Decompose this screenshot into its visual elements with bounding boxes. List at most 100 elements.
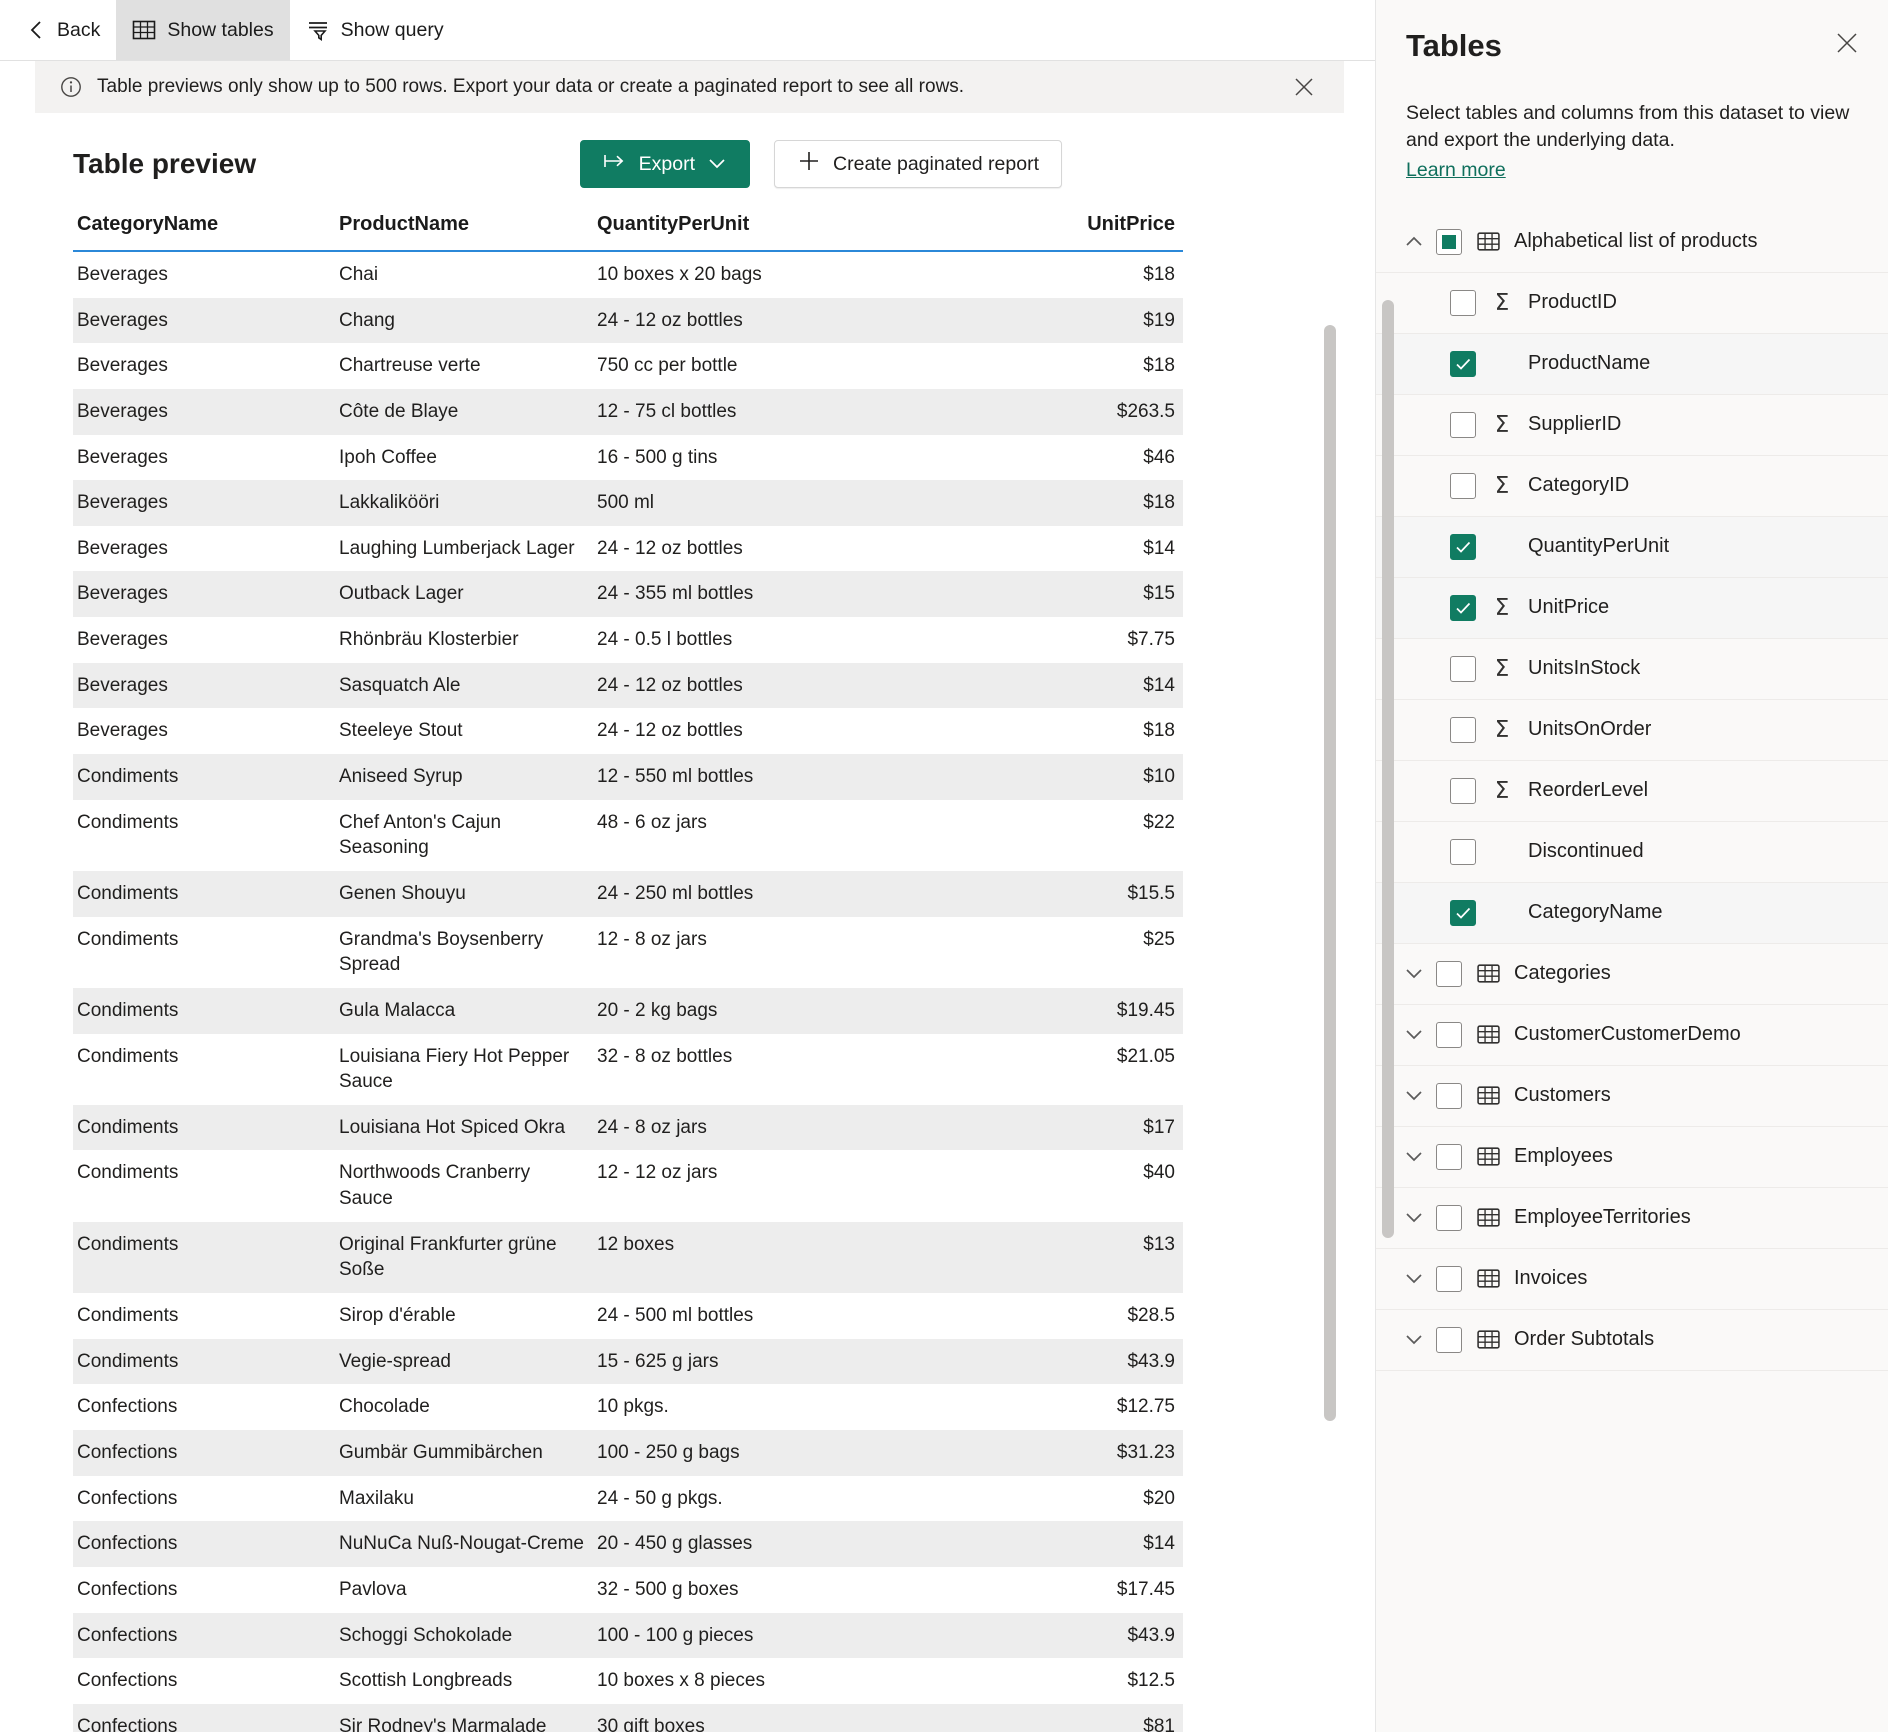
sidebar-column-item-unitsinstock[interactable]: Σ UnitsInStock bbox=[1376, 639, 1888, 700]
column-checkbox[interactable] bbox=[1450, 411, 1476, 438]
sidebar-column-item-unitprice[interactable]: Σ UnitPrice bbox=[1376, 577, 1888, 639]
chevron-up-icon[interactable] bbox=[1392, 233, 1436, 250]
table-row: Condiments Chef Anton's Cajun Seasoning 48… bbox=[73, 800, 1183, 871]
column-checkbox[interactable] bbox=[1450, 289, 1476, 316]
column-item-label: Discontinued bbox=[1528, 840, 1644, 863]
table-cell: $18 bbox=[1143, 720, 1175, 742]
chevron-down-icon[interactable] bbox=[1392, 1026, 1436, 1043]
sidebar-table-item-invoices[interactable]: Invoices bbox=[1376, 1249, 1888, 1310]
table-cell: 10 pkgs. bbox=[597, 1396, 669, 1418]
column-header-unitprice[interactable]: UnitPrice bbox=[878, 213, 1183, 252]
info-message-text: Table previews only show up to 500 rows.… bbox=[97, 76, 965, 97]
column-checkbox[interactable] bbox=[1450, 777, 1476, 804]
column-checkbox[interactable] bbox=[1450, 899, 1476, 926]
table-grid-icon bbox=[1462, 1266, 1514, 1291]
table-cell: 48 - 6 oz jars bbox=[597, 811, 707, 833]
scrollbar-thumb[interactable] bbox=[1324, 325, 1336, 1421]
column-header-quantityperunit[interactable]: QuantityPerUnit bbox=[593, 213, 878, 252]
table-checkbox[interactable] bbox=[1436, 1021, 1462, 1048]
export-button[interactable]: Export bbox=[579, 140, 751, 188]
table-checkbox[interactable] bbox=[1436, 1204, 1462, 1231]
learn-more-link[interactable]: Learn more bbox=[1406, 157, 1506, 184]
table-cell: Aniseed Syrup bbox=[339, 766, 463, 788]
table-cell: Confections bbox=[77, 1578, 178, 1600]
sidebar-table-item-employees[interactable]: Employees bbox=[1376, 1127, 1888, 1188]
chevron-down-icon[interactable] bbox=[1392, 1087, 1436, 1104]
table-cell: Beverages bbox=[77, 583, 168, 605]
sidebar-column-item-discontinued[interactable]: Discontinued bbox=[1376, 822, 1888, 883]
close-panel-icon[interactable] bbox=[1830, 26, 1864, 60]
sidebar-column-item-reorderlevel[interactable]: Σ ReorderLevel bbox=[1376, 761, 1888, 822]
table-checkbox[interactable] bbox=[1436, 1326, 1462, 1353]
table-cell: $15.5 bbox=[1127, 882, 1175, 904]
column-checkbox[interactable] bbox=[1450, 655, 1476, 682]
sidebar-column-item-categoryname[interactable]: CategoryName bbox=[1376, 882, 1888, 944]
panel-scrollbar-thumb[interactable] bbox=[1382, 300, 1394, 1238]
table-cell: 24 - 12 oz bottles bbox=[597, 537, 743, 559]
preview-header: Table preview Export Create paginated re… bbox=[35, 113, 1344, 213]
sidebar-table-item-alphabetical-list-of-products[interactable]: Alphabetical list of products bbox=[1376, 212, 1888, 273]
table-cell: Chai bbox=[339, 264, 379, 285]
main-vertical-scrollbar[interactable] bbox=[1324, 325, 1336, 1645]
sidebar-column-item-categoryid[interactable]: Σ CategoryID bbox=[1376, 456, 1888, 517]
table-row: Condiments Northwoods Cranberry Sauce 12 -… bbox=[73, 1150, 1183, 1221]
sidebar-column-item-quantityperunit[interactable]: QuantityPerUnit bbox=[1376, 516, 1888, 578]
table-grid-icon bbox=[1462, 1327, 1514, 1352]
sidebar-column-item-supplierid[interactable]: Σ SupplierID bbox=[1376, 395, 1888, 456]
table-row: Condiments Louisiana Fiery Hot Pepper Sau… bbox=[73, 1034, 1183, 1105]
chevron-down-icon[interactable] bbox=[1392, 1331, 1436, 1348]
show-query-tab[interactable]: Show query bbox=[290, 0, 460, 60]
table-cell: Chocolade bbox=[339, 1396, 430, 1418]
table-cell: 24 - 250 ml bottles bbox=[597, 882, 754, 904]
show-tables-tab[interactable]: Show tables bbox=[116, 0, 290, 60]
chevron-down-icon[interactable] bbox=[1392, 965, 1436, 982]
chevron-down-icon[interactable] bbox=[1392, 1270, 1436, 1287]
column-header-productname[interactable]: ProductName bbox=[335, 213, 593, 252]
table-cell: 750 cc per bottle bbox=[597, 355, 738, 377]
table-cell: Chang bbox=[339, 309, 395, 331]
dismiss-info-close-icon[interactable] bbox=[1290, 73, 1318, 101]
column-checkbox[interactable] bbox=[1450, 594, 1476, 621]
table-checkbox[interactable] bbox=[1436, 228, 1462, 255]
table-cell: Chef Anton's Cajun Seasoning bbox=[339, 811, 502, 859]
table-checkbox[interactable] bbox=[1436, 1265, 1462, 1292]
sidebar-table-item-customers[interactable]: Customers bbox=[1376, 1066, 1888, 1127]
sidebar-table-item-order-subtotals[interactable]: Order Subtotals bbox=[1376, 1310, 1888, 1371]
sidebar-column-item-unitsonorder[interactable]: Σ UnitsOnOrder bbox=[1376, 700, 1888, 761]
column-checkbox[interactable] bbox=[1450, 533, 1476, 560]
column-checkbox[interactable] bbox=[1450, 716, 1476, 743]
column-header-categoryname[interactable]: CategoryName bbox=[73, 213, 335, 252]
sidebar-table-item-customercustomerdemo[interactable]: CustomerCustomerDemo bbox=[1376, 1005, 1888, 1066]
column-checkbox[interactable] bbox=[1450, 472, 1476, 499]
sidebar-column-item-productid[interactable]: Σ ProductID bbox=[1376, 273, 1888, 334]
table-cell: 24 - 12 oz bottles bbox=[597, 720, 743, 742]
table-row: Beverages Sasquatch Ale 24 - 12 oz bottles… bbox=[73, 662, 1183, 709]
table-cell: Schoggi Schokolade bbox=[339, 1624, 513, 1646]
table-row: Beverages Rhönbräu Klosterbier 24 - 0.5 l … bbox=[73, 617, 1183, 663]
sidebar-table-item-categories[interactable]: Categories bbox=[1376, 944, 1888, 1005]
table-item-label: Order Subtotals bbox=[1514, 1328, 1655, 1351]
chevron-down-icon[interactable] bbox=[1392, 1148, 1436, 1165]
table-row: Beverages Lakkalikööri 500 ml $18 bbox=[73, 480, 1183, 526]
sidebar-column-item-productname[interactable]: ProductName bbox=[1376, 333, 1888, 395]
column-item-label: SupplierID bbox=[1528, 413, 1622, 436]
table-scroll-region[interactable]: CategoryName ProductName QuantityPerUnit… bbox=[35, 213, 1344, 1732]
chevron-down-icon[interactable] bbox=[1392, 1209, 1436, 1226]
back-button[interactable]: Back bbox=[10, 0, 116, 60]
column-checkbox[interactable] bbox=[1450, 838, 1476, 865]
sidebar-table-item-employeeterritories[interactable]: EmployeeTerritories bbox=[1376, 1188, 1888, 1249]
main-pane: Back Show tables Show query Table previe… bbox=[0, 0, 1376, 1732]
table-checkbox[interactable] bbox=[1436, 960, 1462, 987]
create-paginated-report-button[interactable]: Create paginated report bbox=[774, 140, 1062, 188]
table-checkbox[interactable] bbox=[1436, 1082, 1462, 1109]
table-cell: Confections bbox=[77, 1670, 178, 1692]
table-cell: 24 - 12 oz bottles bbox=[597, 309, 743, 331]
table-grid-icon bbox=[132, 18, 156, 42]
table-row: Confections Pavlova 32 - 500 g boxes $17.45 bbox=[73, 1567, 1183, 1613]
back-label: Back bbox=[57, 18, 101, 41]
table-row: Confections Gumbär Gummibärchen 100 - 250 … bbox=[73, 1429, 1183, 1476]
column-checkbox[interactable] bbox=[1450, 350, 1476, 377]
panel-vertical-scrollbar[interactable] bbox=[1382, 300, 1394, 1600]
table-checkbox[interactable] bbox=[1436, 1143, 1462, 1170]
table-cell: Grandma's Boysenberry Spread bbox=[339, 928, 544, 976]
